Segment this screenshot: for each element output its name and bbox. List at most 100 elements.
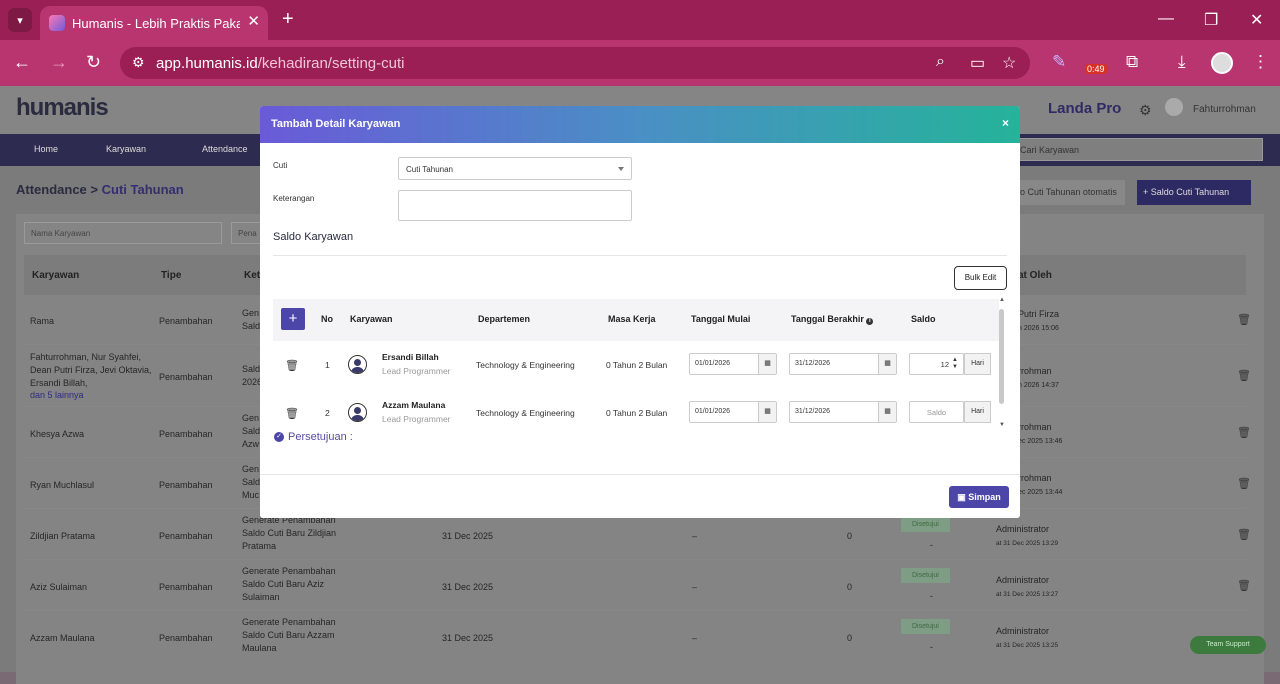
modal-header: Tambah Detail Karyawan × — [260, 106, 1020, 143]
timer-extension-icon[interactable]: 0:49 — [1085, 52, 1109, 76]
tanggal-mulai-input[interactable]: 01/01/2026 ▦ — [689, 353, 777, 375]
saldo-input[interactable]: Saldo — [909, 401, 964, 423]
tanggal-berakhir-input[interactable]: 31/12/2026 ▦ — [789, 353, 897, 375]
scrollbar-thumb[interactable] — [999, 309, 1004, 404]
add-saldo-button[interactable]: + Saldo Cuti Tahunan — [1137, 180, 1251, 205]
col-karyawan: Karyawan — [32, 270, 80, 281]
cuti-label: Cuti — [273, 161, 288, 170]
browser-tab[interactable]: Humanis - Lebih Praktis Pakai H ✕ — [40, 6, 268, 40]
save-icon: ▣ — [957, 492, 966, 502]
gear-icon[interactable]: ⚙ — [1139, 102, 1152, 119]
row-zero: 0 — [847, 633, 853, 643]
add-row-button[interactable]: + — [281, 308, 305, 330]
table-row[interactable]: Aziz Sulaiman Penambahan Generate Penamb… — [24, 560, 1251, 611]
feather-extension-icon[interactable]: ✎ — [1052, 52, 1066, 72]
info-icon[interactable]: i — [866, 318, 874, 325]
calendar-icon[interactable]: ▦ — [758, 402, 776, 422]
cuti-select[interactable]: Cuti Tahunan — [398, 157, 632, 180]
keterangan-textarea[interactable] — [398, 190, 632, 221]
row-dash: – — [692, 531, 698, 541]
trash-icon[interactable]: 🗑 — [1237, 426, 1251, 439]
cuti-value: Cuti Tahunan — [406, 165, 453, 174]
table-scrollbar[interactable]: ▲ ▼ — [999, 297, 1005, 432]
row-at: n 2026 14:37 — [1018, 382, 1059, 389]
employee-search-select[interactable]: Cari Karyawan — [1013, 138, 1263, 161]
humanis-favicon-icon — [49, 15, 65, 31]
row-employee: Azzam Maulana — [30, 633, 95, 643]
install-app-icon[interactable]: ▭ — [970, 53, 985, 73]
type-filter-select[interactable]: Pena — [231, 222, 261, 244]
calendar-icon[interactable]: ▦ — [758, 354, 776, 374]
humanis-logo[interactable]: humanis — [16, 94, 109, 122]
url-field[interactable]: ⚙ app.humanis.id/kehadiran/setting-cuti … — [120, 47, 1030, 79]
scroll-down-icon[interactable]: ▼ — [999, 422, 1005, 428]
employee-avatar — [348, 403, 367, 422]
user-avatar[interactable] — [1165, 98, 1183, 116]
auto-leave-button[interactable]: o Cuti Tahunan otomatis — [1012, 180, 1125, 205]
extensions-icon[interactable]: ⧉ — [1126, 52, 1138, 72]
close-tab-icon[interactable]: ✕ — [247, 12, 260, 30]
add-employee-detail-modal: Tambah Detail Karyawan × Cuti Cuti Tahun… — [260, 106, 1020, 518]
calendar-icon[interactable]: ▦ — [878, 402, 896, 422]
profile-avatar[interactable] — [1211, 52, 1233, 74]
url-path: /kehadiran/setting-cuti — [257, 54, 405, 72]
nav-attendance[interactable]: Attendance — [202, 144, 248, 154]
bookmark-star-icon[interactable]: ☆ — [1002, 53, 1016, 73]
minimize-button[interactable]: — — [1158, 10, 1174, 28]
calendar-icon[interactable]: ▦ — [878, 354, 896, 374]
restore-button[interactable]: ❐ — [1204, 10, 1218, 30]
trash-icon[interactable]: 🗑 — [1237, 579, 1251, 592]
modal-close-icon[interactable]: × — [1002, 116, 1009, 130]
window-close-button[interactable]: ✕ — [1250, 10, 1263, 30]
chevron-down-icon — [618, 167, 624, 171]
row-type: Penambahan — [159, 531, 213, 541]
scroll-up-icon[interactable]: ▲ — [999, 297, 1005, 303]
saldo-placeholder: Saldo — [926, 408, 947, 417]
row-employee: Rama — [30, 316, 55, 326]
download-icon[interactable]: ⤓ — [1178, 52, 1186, 72]
col-no: No — [321, 314, 333, 324]
tanggal-berakhir-input[interactable]: 31/12/2026 ▦ — [789, 401, 897, 423]
save-button[interactable]: ▣ Simpan — [949, 486, 1009, 508]
new-tab-button[interactable]: + — [282, 8, 294, 30]
breadcrumb-root[interactable]: Attendance — [16, 182, 87, 197]
name-filter-input[interactable]: Nama Karyawan — [24, 222, 222, 244]
forward-icon[interactable]: → — [50, 52, 68, 72]
row-by: Administrator — [996, 524, 1050, 534]
trash-icon[interactable]: 🗑 — [285, 407, 299, 420]
user-menu[interactable]: Fahturrohman — [1193, 104, 1256, 115]
trash-icon[interactable]: 🗑 — [1237, 528, 1251, 541]
trash-icon[interactable]: 🗑 — [1237, 313, 1251, 326]
tab-search-button[interactable]: ▾ — [8, 8, 32, 32]
check-circle-icon: ✓ — [274, 432, 284, 443]
col-ket: Ket — [244, 270, 261, 281]
row-more-link[interactable]: dan 5 lainnya — [30, 389, 84, 402]
saldo-input[interactable]: 12 ▲ ▼ — [909, 353, 964, 375]
row-desc: Generate Penambahan Saldo Cuti Baru Aziz… — [242, 566, 336, 602]
row-employee: Zildjian Pratama — [30, 531, 96, 541]
trash-icon[interactable]: 🗑 — [285, 359, 299, 372]
reload-icon[interactable]: ↻ — [86, 52, 101, 72]
browser-tab-strip: ▾ Humanis - Lebih Praktis Pakai H ✕ + — … — [0, 0, 1280, 40]
tanggal-mulai-input[interactable]: 01/01/2026 ▦ — [689, 401, 777, 423]
stepper-icon[interactable]: ▲ ▼ — [952, 357, 958, 371]
row-desc: Generate Penambahan Saldo Cuti Baru Zild… — [242, 515, 337, 551]
trash-icon[interactable]: 🗑 — [1237, 477, 1251, 490]
chrome-menu-icon[interactable]: ⋮ — [1252, 52, 1269, 72]
row-by: rrohman — [1018, 366, 1052, 376]
back-icon[interactable]: ← — [13, 52, 31, 72]
persetujuan-section: ✓ Persetujuan : — [274, 431, 353, 443]
row-sub: - — [930, 642, 933, 652]
col-masa-kerja: Masa Kerja — [608, 314, 656, 324]
team-support-button[interactable]: Team Support — [1190, 636, 1266, 654]
employee-name: Ersandi Billah — [382, 352, 439, 362]
zoom-icon[interactable]: ⌕ — [936, 53, 945, 71]
table-row[interactable]: Azzam Maulana Penambahan Generate Penamb… — [24, 611, 1246, 662]
site-settings-icon[interactable]: ⚙ — [132, 54, 145, 71]
trash-icon[interactable]: 🗑 — [1237, 369, 1251, 382]
bulk-edit-button[interactable]: Bulk Edit — [954, 266, 1007, 290]
plan-name: Landa Pro — [1048, 100, 1122, 117]
nav-karyawan[interactable]: Karyawan — [106, 144, 146, 154]
status-badge: Disetujui — [901, 619, 950, 634]
nav-home[interactable]: Home — [34, 144, 58, 154]
